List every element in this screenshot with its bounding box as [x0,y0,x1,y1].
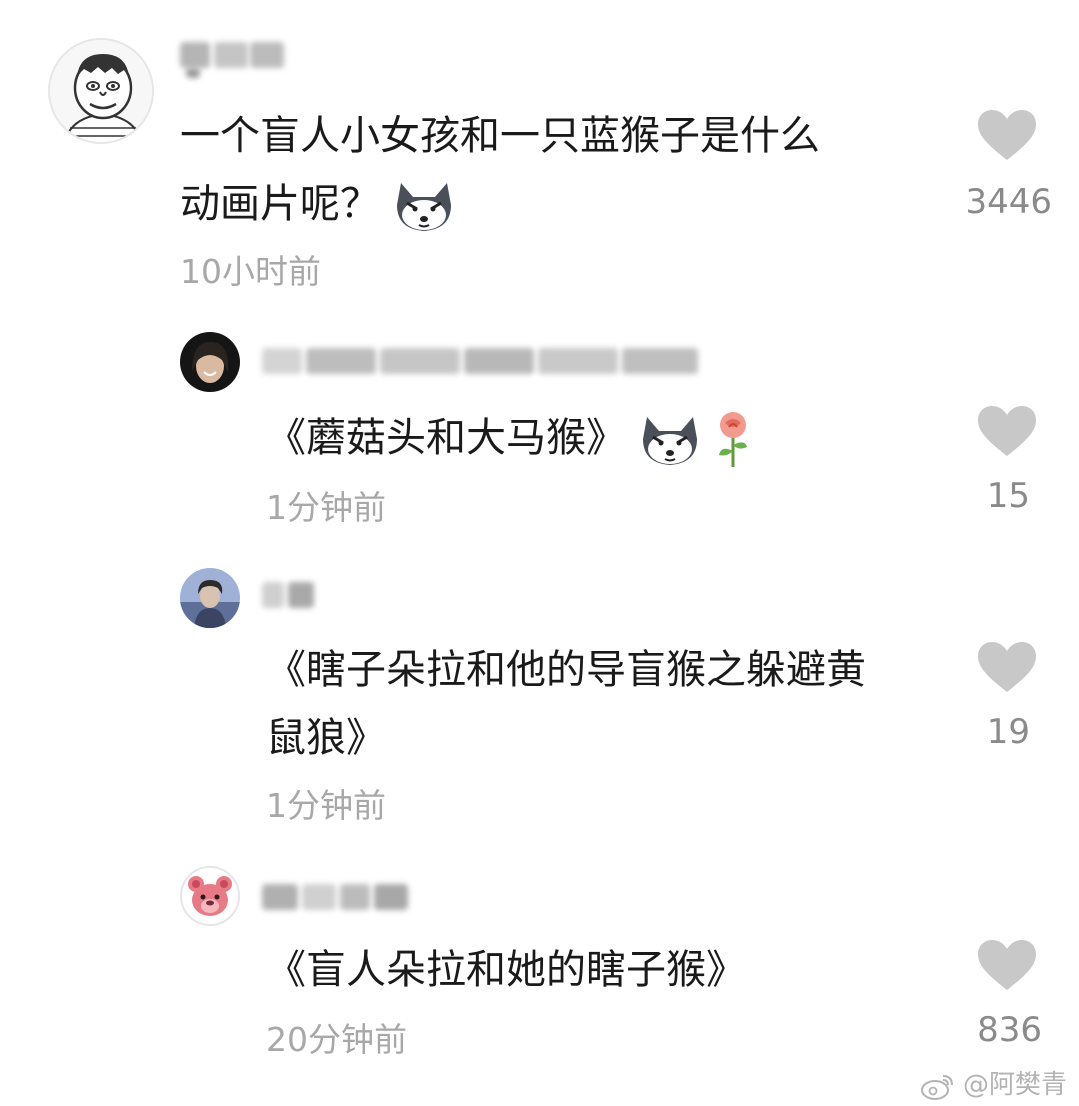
watermark-text: @阿樊青 [962,1070,1067,1100]
boy-photo-avatar-icon [180,568,240,628]
like-count: 836 [977,1010,1042,1050]
watermark: @阿樊青 [920,1070,1067,1100]
bear-avatar-icon [182,868,238,924]
husky-emoji-icon [642,417,697,465]
like-count: 15 [986,476,1030,516]
like-heart-icon[interactable] [978,406,1036,458]
username-blurred[interactable] [262,574,322,618]
girl-photo-avatar-icon [180,332,240,392]
timestamp: 1分钟前 [266,786,386,825]
like-heart-icon[interactable] [978,940,1036,992]
comment-text-line2: 鼠狼》 [266,715,386,761]
like-heart-icon[interactable] [978,642,1036,694]
comment-text-line1: 《盲人朵拉和她的瞎子猴》 [266,947,746,993]
timestamp: 1分钟前 [266,488,386,527]
timestamp: 10小时前 [180,252,321,291]
weibo-logo-icon [920,1074,953,1100]
comment-text-line1: 《蘑菇头和大马猴》 [266,415,626,461]
comment-text-line2: 动画片呢？ [180,181,380,227]
comment-text-line1: 《瞎子朵拉和他的导盲猴之躲避黄 [266,647,866,693]
comment-text: 一个盲人小女孩和一只蓝猴子是什么 [180,106,820,166]
comment-text-line1: 一个盲人小女孩和一只蓝猴子是什么 [180,113,820,159]
husky-emoji-icon [396,183,451,231]
avatar[interactable] [48,38,154,144]
username-blurred[interactable] [262,876,412,920]
cartoon-man-avatar-icon [50,40,152,142]
like-count: 19 [986,712,1030,752]
comment-text: 《蘑菇头和大马猴》 [266,408,753,469]
avatar[interactable] [180,332,240,392]
comment-text: 《盲人朵拉和她的瞎子猴》 [266,940,746,1000]
avatar[interactable] [180,568,240,628]
rose-emoji-icon [719,412,748,467]
comment-text: 《瞎子朵拉和他的导盲猴之躲避黄 [266,640,866,700]
comment-text: 动画片呢？ [180,174,455,234]
like-heart-icon[interactable] [978,110,1036,162]
username-blurred[interactable] [180,34,290,78]
avatar[interactable] [180,866,240,926]
comment-text: 鼠狼》 [266,708,386,768]
username-blurred[interactable] [262,340,702,384]
timestamp: 20分钟前 [266,1020,407,1059]
like-count: 3446 [965,182,1052,222]
